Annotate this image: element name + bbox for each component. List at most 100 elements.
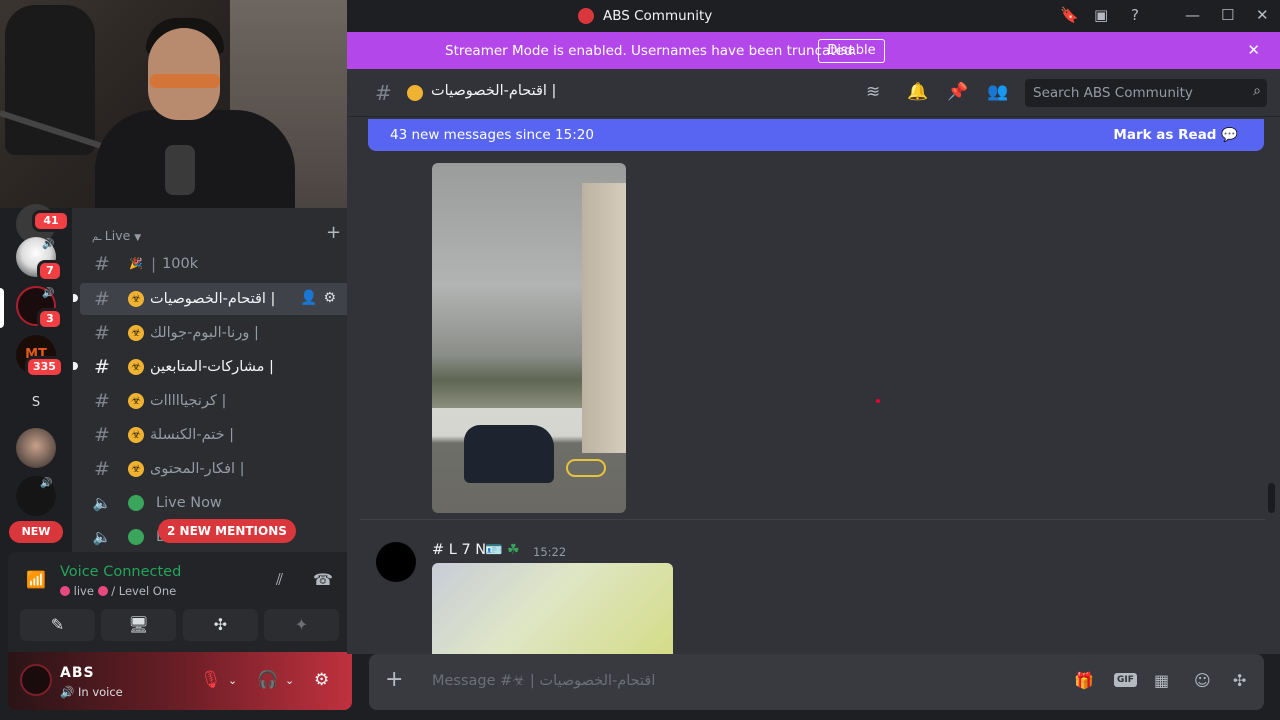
- green-circle-icon: [128, 495, 144, 511]
- emoji-icon[interactable]: ☺: [1194, 671, 1211, 690]
- channel-item[interactable]: # ☣ ورنا-البوم-جوالك |: [80, 317, 350, 349]
- channel-title: اقتحام-الخصوصيات |: [431, 83, 557, 99]
- streamer-message: Streamer Mode is enabled. Usernames have…: [445, 43, 857, 59]
- pin-icon[interactable]: 📌: [947, 82, 968, 102]
- search-box[interactable]: Search ABS Community ⌕: [1025, 79, 1267, 107]
- speaker-icon: 🔊: [42, 288, 55, 299]
- hash-icon: #: [94, 390, 110, 412]
- hash-icon: #: [94, 458, 110, 480]
- close-icon[interactable]: ✕: [1247, 41, 1260, 59]
- channel-name: اقتحام-الخصوصيات |: [150, 291, 276, 307]
- biohazard-icon: ☣: [128, 325, 144, 341]
- close-window-icon[interactable]: ✕: [1256, 6, 1269, 24]
- inbox-icon[interactable]: ▣: [1094, 6, 1108, 24]
- maximize-icon[interactable]: ☐: [1221, 6, 1234, 24]
- category-header[interactable]: ـم Live ▼: [92, 228, 141, 243]
- disable-streamer-button[interactable]: Disable: [818, 39, 885, 63]
- minimize-icon[interactable]: —: [1185, 6, 1200, 24]
- new-messages-bar[interactable]: 43 new messages since 15:20 Mark as Read…: [368, 119, 1264, 151]
- mark-as-read-button[interactable]: Mark as Read 💬: [1113, 127, 1238, 143]
- biohazard-icon: ☣: [128, 291, 144, 307]
- message-author[interactable]: # L 7 N: [432, 542, 486, 558]
- screen-share-button[interactable]: 🖥: [101, 609, 176, 641]
- invite-icon[interactable]: 👤: [300, 290, 323, 306]
- camera-button[interactable]: ✎: [20, 609, 95, 641]
- party-icon: 🎉: [129, 257, 143, 270]
- user-status: 🔊 In voice: [60, 685, 123, 699]
- disconnect-icon[interactable]: ☎: [313, 570, 333, 589]
- scrollbar-thumb[interactable]: [1268, 483, 1275, 513]
- channel-name: ختم-الكنسلة |: [150, 427, 235, 443]
- add-channel-icon[interactable]: +: [326, 222, 341, 243]
- server-badge: 3: [37, 308, 63, 330]
- hash-icon: #: [94, 322, 110, 344]
- gear-icon[interactable]: ⚙: [323, 290, 342, 306]
- apps-icon[interactable]: ✣: [1233, 671, 1246, 690]
- channel-item-unread[interactable]: # ☣ مشاركات-المتابعين |: [80, 351, 350, 383]
- voice-channel-info[interactable]: live / Level One: [60, 584, 176, 598]
- settings-gear-icon[interactable]: ⚙: [314, 670, 329, 690]
- voice-panel: 📶 Voice Connected live / Level One ⫽ ☎ ✎…: [8, 552, 352, 652]
- voice-status[interactable]: Voice Connected: [60, 564, 181, 580]
- channel-name: ورنا-البوم-جوالك |: [150, 325, 259, 341]
- biohazard-icon: ☣: [128, 393, 144, 409]
- sticker-icon[interactable]: ▦: [1154, 671, 1169, 690]
- green-circle-icon: [128, 529, 144, 545]
- speaker-icon: 🔊: [40, 478, 53, 489]
- hash-icon: #: [94, 424, 110, 446]
- server-badge: 335: [25, 356, 64, 378]
- avatar[interactable]: [376, 542, 416, 582]
- chevron-down-icon: ▼: [134, 233, 142, 243]
- channel-tools: 👤⚙: [300, 290, 342, 306]
- channel-name: افكار-المحتوى |: [150, 461, 245, 477]
- voice-channel-icon: 🔈: [92, 494, 112, 512]
- soundboard-button[interactable]: ✦: [264, 609, 339, 641]
- gif-icon[interactable]: GIF: [1114, 673, 1137, 687]
- chevron-down-icon[interactable]: ⌄: [285, 674, 294, 687]
- voice-channel-icon: 🔈: [92, 528, 112, 546]
- hash-icon: #: [94, 253, 110, 275]
- server-logo-icon: [578, 8, 594, 24]
- biohazard-icon: ☣: [128, 427, 144, 443]
- webcam-overlay: [0, 0, 347, 208]
- server-badge: 41: [32, 210, 70, 232]
- channel-item[interactable]: # 🎉 | 100k: [80, 248, 350, 280]
- server-icon[interactable]: [16, 428, 56, 468]
- signal-icon: 📶: [26, 570, 46, 589]
- message-timestamp: 15:22: [533, 545, 567, 559]
- message-list: 43 new messages since 15:20 Mark as Read…: [347, 117, 1280, 654]
- channel-item[interactable]: # ☣ كرنجيااااات |: [80, 385, 350, 417]
- notification-bell-icon[interactable]: 🔔: [907, 82, 928, 102]
- channel-item[interactable]: # ☣ افكار-المحتوى |: [80, 453, 350, 485]
- biohazard-icon: ☣: [128, 359, 144, 375]
- image-attachment[interactable]: [432, 163, 626, 513]
- channel-item[interactable]: # ☣ ختم-الكنسلة |: [80, 419, 350, 451]
- mute-icon[interactable]: 🎙: [200, 670, 222, 690]
- hash-icon: #: [94, 356, 110, 378]
- new-mentions-pill[interactable]: 2 NEW MENTIONS: [158, 519, 296, 543]
- voice-channel-item[interactable]: 🔈 Live Now: [80, 487, 350, 519]
- speaker-icon: 🔊: [42, 239, 55, 250]
- help-icon[interactable]: ?: [1131, 6, 1139, 24]
- server-icon[interactable]: S: [16, 383, 56, 423]
- gift-icon[interactable]: 🎁: [1074, 671, 1094, 690]
- deafen-icon[interactable]: 🎧: [257, 670, 278, 690]
- chevron-down-icon[interactable]: ⌄: [228, 674, 237, 687]
- activities-button[interactable]: ✣: [183, 609, 258, 641]
- clover-icon: ☘: [507, 542, 520, 558]
- new-servers-pill[interactable]: NEW: [9, 521, 63, 543]
- hash-icon: #: [375, 81, 392, 105]
- channel-item-active[interactable]: # ☣ اقتحام-الخصوصيات | 👤⚙: [80, 283, 350, 315]
- avatar[interactable]: [20, 664, 52, 696]
- members-icon[interactable]: 👥: [987, 82, 1008, 102]
- bookmark-icon[interactable]: 🔖: [1060, 6, 1079, 24]
- message-divider: [360, 519, 1265, 520]
- voice-channel-prefix: live: [73, 584, 94, 598]
- threads-icon[interactable]: ≋: [866, 82, 880, 102]
- noise-suppression-icon[interactable]: ⫽: [276, 570, 283, 590]
- add-attachment-icon[interactable]: +: [385, 667, 403, 692]
- image-attachment[interactable]: [432, 563, 673, 654]
- message-composer[interactable]: + Message #☣ | اقتحام-الخصوصيات 🎁 GIF ▦ …: [369, 654, 1264, 710]
- username[interactable]: ABS: [60, 665, 95, 681]
- new-messages-text: 43 new messages since 15:20: [390, 127, 594, 143]
